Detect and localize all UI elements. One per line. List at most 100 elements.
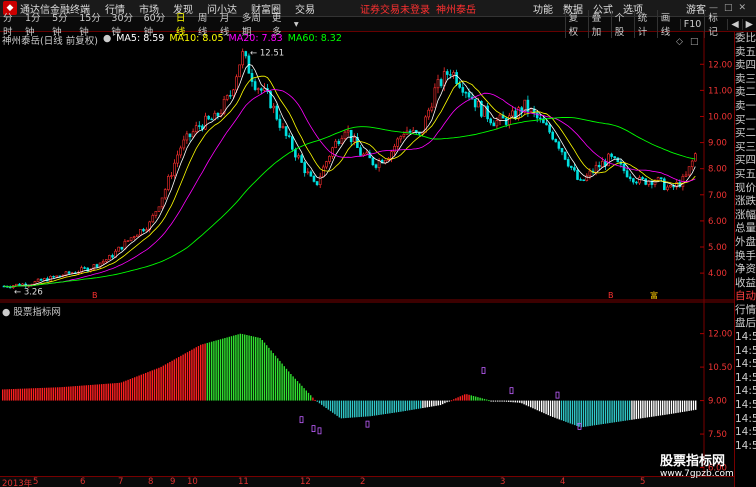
kline-candle — [182, 139, 186, 149]
indicator-bar — [464, 394, 466, 401]
indicator-bar — [501, 400, 503, 402]
kline-candle — [390, 151, 393, 159]
kline-candle — [151, 215, 155, 223]
indicator-bar — [151, 370, 153, 401]
indicator-bar — [197, 346, 200, 401]
indicator-bar — [116, 382, 118, 401]
kline-candle — [551, 131, 555, 140]
indicator-bar — [26, 388, 28, 401]
indicator-bar — [530, 400, 532, 408]
y-tick-label: 9.00 — [708, 139, 727, 149]
indicator-bar — [307, 392, 310, 401]
indicator-candle — [555, 391, 560, 399]
indicator-bar — [35, 388, 37, 401]
indicator-bar — [444, 400, 446, 404]
more-dropdown-icon[interactable]: ▾ — [291, 19, 302, 30]
side-panel-item: 买三 — [735, 140, 756, 153]
kline-candle — [616, 157, 620, 163]
kline-candle — [170, 175, 173, 177]
indicator-bar — [644, 400, 646, 418]
ma-dot-icon: ● — [102, 33, 112, 44]
indicator-bar — [679, 400, 681, 413]
tool-nav-left-icon[interactable]: ◀ — [727, 18, 741, 30]
kline-candle — [393, 145, 396, 152]
kline-candle — [101, 260, 105, 264]
kline-candle — [656, 177, 660, 181]
indicator-bar — [549, 400, 552, 417]
tool-nav-right-icon[interactable]: ▶ — [741, 18, 756, 30]
indicator-bar — [472, 395, 475, 401]
kline-candle — [548, 124, 551, 133]
kline-candle — [309, 171, 313, 177]
kline-candle — [58, 275, 62, 277]
side-panel-item: 自动 — [735, 290, 756, 303]
kline-chart[interactable]: 12.00 11.00 10.00 9.00 8.00 7.00 6.00 5.00 4.00 ←… — [0, 32, 734, 476]
kline-candle — [287, 135, 291, 137]
indicator-bar — [406, 400, 409, 411]
indicator-bar — [250, 335, 252, 401]
indicator-bar — [24, 388, 26, 401]
low-price-label: ← 3.26 — [14, 287, 43, 297]
indicator-bar — [420, 400, 422, 409]
indicator-bar — [239, 333, 241, 401]
login-warning[interactable]: 证券交易未登录 — [360, 1, 430, 16]
indicator-bar — [283, 366, 285, 401]
indicator-bar — [604, 400, 607, 424]
side-panel-item: 14:5 — [735, 426, 756, 439]
menu-item-trade[interactable]: 交易 — [288, 1, 322, 16]
side-panel-item: 14:5 — [735, 439, 756, 452]
trade-marker: B — [92, 291, 98, 300]
indicator-bar — [417, 400, 420, 409]
indicator-bar — [332, 400, 334, 413]
y-tick-label: 5.00 — [708, 243, 727, 253]
indicator-bar — [541, 400, 543, 413]
indicator-bar — [314, 399, 316, 401]
indicator-bar — [490, 400, 492, 402]
side-panel-item: 14:5 — [735, 371, 756, 384]
indicator-bar — [415, 400, 417, 410]
kline-candle — [253, 81, 257, 90]
guest-user[interactable]: 游客 — [686, 1, 706, 16]
indicator-bar — [37, 388, 39, 401]
kline-candle — [263, 88, 266, 91]
period-toolbar: 分时 1分钟 5分钟 15分钟 30分钟 60分钟 日线 周线 月线 多周期 更… — [0, 10, 756, 38]
date-axis: 2013年 5 6 7 8 9 10 11 12 2 3 4 5 — [0, 476, 734, 487]
indicator-bar — [21, 388, 24, 401]
kline-candle — [173, 162, 176, 176]
indicator-bar — [178, 357, 180, 401]
side-panel-item: 卖五 — [735, 45, 756, 58]
kline-candle — [281, 126, 285, 128]
kline-candle — [328, 155, 331, 162]
indicator-bar — [112, 383, 114, 401]
close-icon[interactable]: ✕ — [736, 3, 750, 13]
indicator-bar — [268, 347, 270, 401]
indicator-bar — [378, 400, 380, 415]
indicator-bar — [505, 400, 508, 402]
indicator-bar — [657, 400, 659, 416]
kline-candle — [129, 237, 133, 241]
kline-candle — [545, 122, 548, 126]
side-panel-item: 涨跌 — [735, 195, 756, 208]
indicator-bar — [259, 337, 261, 401]
indicator-bar — [191, 349, 193, 401]
tool-f10[interactable]: F10 — [679, 18, 705, 30]
indicator-bar — [114, 383, 116, 401]
indicator-bar — [244, 334, 246, 401]
kline-candle — [108, 255, 111, 260]
indicator-bar — [613, 400, 615, 423]
y-tick-label: 11.00 — [708, 86, 732, 96]
indicator-bar — [653, 400, 655, 417]
side-panel-item: 买四 — [735, 154, 756, 167]
menu-item-function[interactable]: 功能 — [528, 1, 558, 16]
indicator-bar — [263, 342, 266, 401]
indicator-bar — [373, 400, 376, 416]
indicator-bar — [281, 363, 283, 401]
indicator-bar — [618, 400, 620, 422]
kline-candle — [476, 100, 480, 108]
indicator-bar — [422, 400, 424, 409]
indicator-bar — [376, 400, 378, 416]
kline-candle — [489, 118, 493, 124]
kline-candle — [507, 115, 511, 125]
indicator-bar — [448, 400, 450, 402]
indicator-bar — [424, 400, 426, 408]
